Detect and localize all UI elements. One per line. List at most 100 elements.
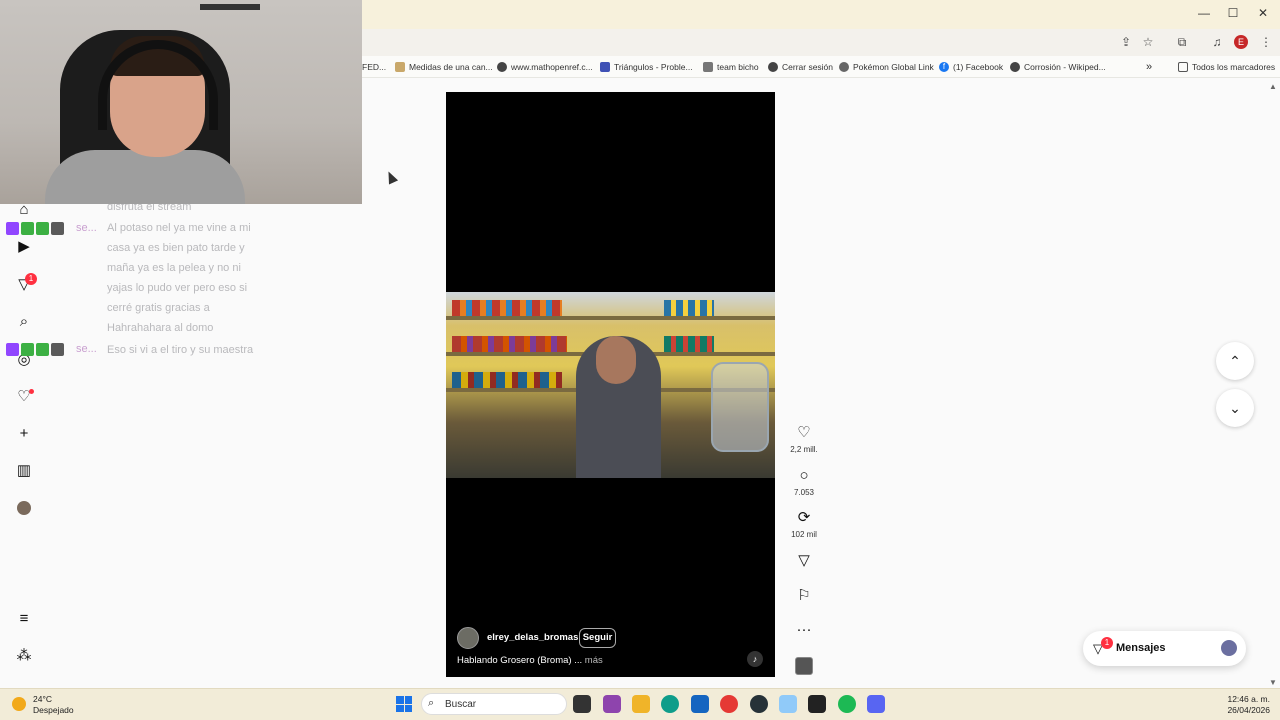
bookmarks-overflow-button[interactable]: » <box>1146 61 1152 73</box>
chat-username: se... <box>76 222 97 234</box>
like-icon[interactable]: ♡ <box>794 423 814 443</box>
comment-icon[interactable]: ○ <box>794 466 814 486</box>
profile-avatar[interactable]: E <box>1234 35 1248 49</box>
bookmark-label: FED... <box>362 62 387 72</box>
search-icon[interactable]: ⌕ <box>14 312 34 332</box>
more-options-icon[interactable]: ··· <box>794 620 814 640</box>
chat-badges <box>6 222 64 235</box>
create-icon[interactable]: + <box>14 424 34 444</box>
media-control-icon[interactable]: ♫ <box>1209 34 1225 50</box>
reels-icon[interactable]: ▶ <box>14 237 34 257</box>
maximize-button[interactable]: ☐ <box>1224 6 1242 20</box>
file-explorer-icon[interactable] <box>632 695 650 713</box>
messages-label: Mensajes <box>1116 642 1166 654</box>
activity-dot <box>29 389 34 394</box>
install-app-icon[interactable]: ⇪ <box>1118 34 1134 50</box>
bookmark-item[interactable]: FED... <box>362 61 386 73</box>
menu-icon[interactable]: ≡ <box>14 609 34 629</box>
facebook-icon: f <box>939 62 949 72</box>
edge-icon[interactable] <box>661 695 679 713</box>
site-icon <box>600 62 610 72</box>
audio-thumbnail[interactable] <box>795 657 813 675</box>
scroll-down-arrow[interactable]: ▼ <box>1269 678 1277 687</box>
reel-video[interactable] <box>446 92 775 677</box>
streamer-shirt <box>45 150 245 204</box>
all-bookmarks-label: Todos los marcadores <box>1192 62 1276 72</box>
badge-icon <box>6 222 19 235</box>
bookmark-item[interactable]: Triángulos - Proble... <box>600 61 693 73</box>
video-frame <box>446 292 775 478</box>
shopkeeper-face <box>596 336 636 384</box>
bookmark-label: www.mathopenref.c... <box>511 62 593 72</box>
mouse-cursor <box>383 169 399 185</box>
store-icon[interactable] <box>691 695 709 713</box>
follow-button[interactable]: Seguir <box>579 628 616 648</box>
security-icon[interactable] <box>779 695 797 713</box>
screen: — ☐ ✕ ⇪ ☆ ⧉ ♫ E ⋮ FED... Medidas de una … <box>0 0 1280 720</box>
discord-icon[interactable] <box>867 695 885 713</box>
glass-jar <box>711 362 769 452</box>
messages-avatar <box>1221 640 1237 656</box>
dashboard-icon[interactable]: ▥ <box>14 461 34 481</box>
bookmark-label: team bicho <box>717 62 759 72</box>
windows-start-icon[interactable] <box>396 696 412 712</box>
extensions-icon[interactable]: ⧉ <box>1174 34 1190 50</box>
badge-icon <box>51 222 64 235</box>
shelf-products <box>664 300 714 316</box>
badge-icon <box>21 222 34 235</box>
chat-message-text: Al potaso nel ya me vine a mi <box>107 222 251 234</box>
more-link[interactable]: más <box>585 655 603 666</box>
share-icon[interactable]: ▽ <box>794 551 814 571</box>
badge-icon <box>6 343 19 356</box>
capcut-icon[interactable] <box>808 695 826 713</box>
task-view-icon[interactable] <box>573 695 591 713</box>
chrome-icon[interactable] <box>720 695 738 713</box>
close-window-button[interactable]: ✕ <box>1254 6 1272 20</box>
scroll-up-arrow[interactable]: ▲ <box>1269 82 1277 91</box>
bookmark-item[interactable]: Medidas de una can... <box>395 61 493 73</box>
bookmark-item[interactable]: Corrosión - Wikiped... <box>1010 61 1106 73</box>
save-icon[interactable]: ⚐ <box>794 586 814 606</box>
bookmark-label: Medidas de una can... <box>409 62 493 72</box>
obs-icon[interactable] <box>750 695 768 713</box>
reel-author-name[interactable]: elrey_delas_bromas <box>487 632 578 643</box>
clock-date[interactable]: 26/04/2026 <box>1212 705 1270 715</box>
profile-avatar-small[interactable] <box>17 501 31 515</box>
bookmark-label: Pokémon Global Link <box>853 62 934 72</box>
copilot-icon[interactable] <box>603 695 621 713</box>
spotify-icon[interactable] <box>838 695 856 713</box>
volume-icon[interactable]: ♪ <box>747 651 763 667</box>
bookmark-item[interactable]: Pokémon Global Link <box>839 61 934 73</box>
bookmark-star-icon[interactable]: ☆ <box>1140 34 1156 50</box>
likes-count: 2,2 mill. <box>790 445 818 454</box>
folder-icon <box>1178 62 1188 72</box>
next-reel-button[interactable]: ⌄ <box>1216 389 1254 427</box>
bookmark-item[interactable]: team bicho <box>703 61 759 73</box>
comments-count: 7.053 <box>793 488 815 497</box>
minimize-button[interactable]: — <box>1195 6 1213 20</box>
browser-menu-icon[interactable]: ⋮ <box>1258 34 1274 50</box>
chat-message-text: yajas lo pudo ver pero eso si <box>107 282 248 294</box>
all-bookmarks-button[interactable]: Todos los marcadores <box>1178 61 1275 73</box>
taskbar-search[interactable] <box>421 693 567 715</box>
bookmark-item[interactable]: Cerrar sesión <box>768 61 833 73</box>
reposts-count: 102 mil <box>791 530 817 539</box>
taskbar-search-label: Buscar <box>445 699 477 710</box>
webcam-overlay <box>0 0 362 204</box>
search-icon: ⌕ <box>428 697 435 709</box>
clock-time[interactable]: 12:46 a. m. <box>1222 694 1270 704</box>
reel-caption: Hablando Grosero (Broma) ... más <box>457 655 603 666</box>
site-icon <box>395 62 405 72</box>
store-shelf <box>446 316 775 320</box>
bookmark-item[interactable]: f (1) Facebook <box>939 61 1003 73</box>
shelf-products <box>452 336 567 352</box>
weather-condition[interactable]: Despejado <box>33 705 74 715</box>
bookmark-item[interactable]: www.mathopenref.c... <box>497 61 593 73</box>
weather-temperature[interactable]: 24°C <box>33 694 52 704</box>
chat-message-text: Hahrahahara al domo <box>107 322 214 334</box>
reel-author-avatar[interactable] <box>457 627 479 649</box>
weather-moon-icon[interactable] <box>12 697 26 711</box>
repost-icon[interactable]: ⟳ <box>794 508 814 528</box>
also-from-meta-icon[interactable]: ⁂ <box>14 646 34 666</box>
previous-reel-button[interactable]: ⌃ <box>1216 342 1254 380</box>
